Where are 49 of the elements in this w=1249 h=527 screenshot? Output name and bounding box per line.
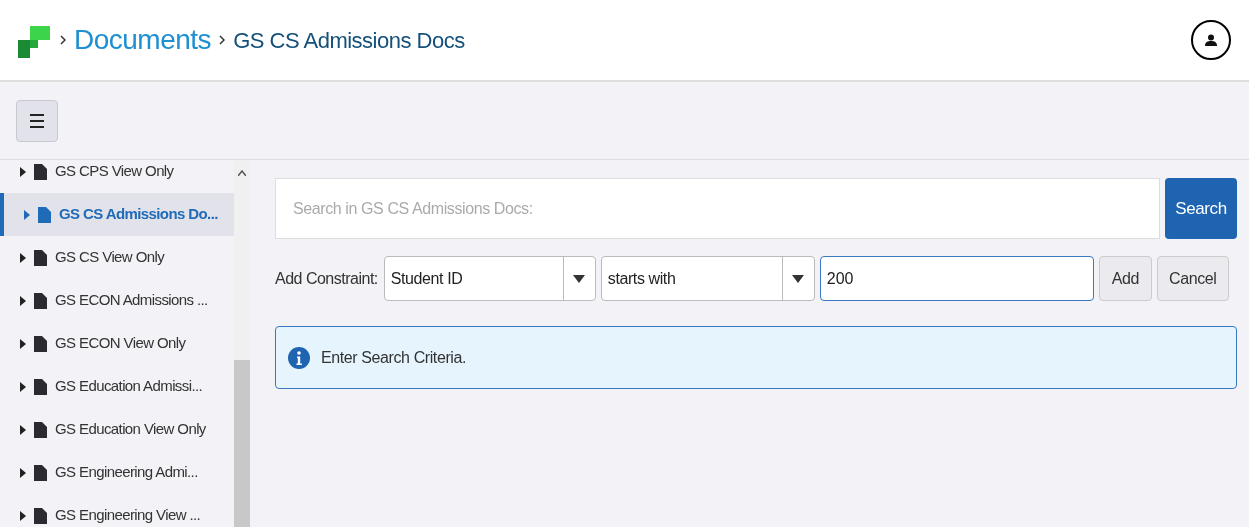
chevron-right-icon xyxy=(219,35,226,45)
tree-item[interactable]: GS ECON Admissions ... xyxy=(0,279,234,322)
person-icon xyxy=(1205,34,1217,46)
info-icon xyxy=(288,346,310,369)
tree-item[interactable]: GS Education Admissi... xyxy=(0,365,234,408)
chevron-right-icon xyxy=(60,35,66,45)
tree-item[interactable]: GS Education View Only xyxy=(0,408,234,451)
expand-arrow-icon[interactable] xyxy=(20,510,26,521)
tree-item[interactable]: GS CS View Only xyxy=(0,236,234,279)
expand-arrow-icon[interactable] xyxy=(20,338,26,349)
dropdown-caret-icon xyxy=(573,274,586,283)
menu-button[interactable] xyxy=(16,99,58,142)
breadcrumb-link[interactable]: Documents xyxy=(74,19,212,61)
expand-arrow-icon[interactable] xyxy=(20,467,26,478)
breadcrumb-current: GS CS Admissions Docs xyxy=(233,26,465,55)
tree-item[interactable]: GS CPS View Only xyxy=(0,160,234,193)
document-icon xyxy=(34,507,47,524)
document-icon xyxy=(34,464,47,481)
tree-item[interactable]: GS Engineering View ... xyxy=(0,494,234,527)
document-icon xyxy=(34,378,47,395)
tree-item[interactable]: GS CS Admissions Do... xyxy=(0,193,234,236)
search-field[interactable]: Search in GS CS Admissions Docs: xyxy=(275,178,1160,239)
expand-arrow-icon[interactable] xyxy=(20,252,26,263)
document-icon xyxy=(34,292,47,309)
add-button[interactable]: Add xyxy=(1098,256,1152,301)
info-message: Enter Search Criteria. xyxy=(275,326,1237,389)
document-icon xyxy=(38,206,51,223)
expand-arrow-icon[interactable] xyxy=(20,166,26,177)
field-select[interactable]: Student ID xyxy=(383,256,596,301)
scrollbar[interactable] xyxy=(234,160,250,527)
cancel-button[interactable]: Cancel xyxy=(1156,256,1229,301)
scrollbar-thumb[interactable] xyxy=(234,360,250,527)
expand-arrow-icon[interactable] xyxy=(20,424,26,435)
operator-select[interactable]: starts with xyxy=(600,256,815,301)
document-icon xyxy=(34,421,47,438)
user-avatar-button[interactable] xyxy=(1191,20,1231,60)
document-icon xyxy=(34,335,47,352)
tree-item[interactable]: GS ECON View Only xyxy=(0,322,234,365)
search-button[interactable]: Search xyxy=(1165,178,1237,239)
scroll-up-icon[interactable] xyxy=(238,170,246,176)
value-field[interactable]: 200 xyxy=(819,256,1094,301)
menu-icon xyxy=(29,112,45,129)
dropdown-caret-icon xyxy=(792,274,805,283)
document-icon xyxy=(34,163,47,180)
tree-item[interactable]: GS Engineering Admi... xyxy=(0,451,234,494)
document-icon xyxy=(34,249,47,266)
expand-arrow-icon[interactable] xyxy=(20,295,26,306)
expand-arrow-icon[interactable] xyxy=(20,381,26,392)
constraint-label: Add Constraint: xyxy=(275,268,378,289)
